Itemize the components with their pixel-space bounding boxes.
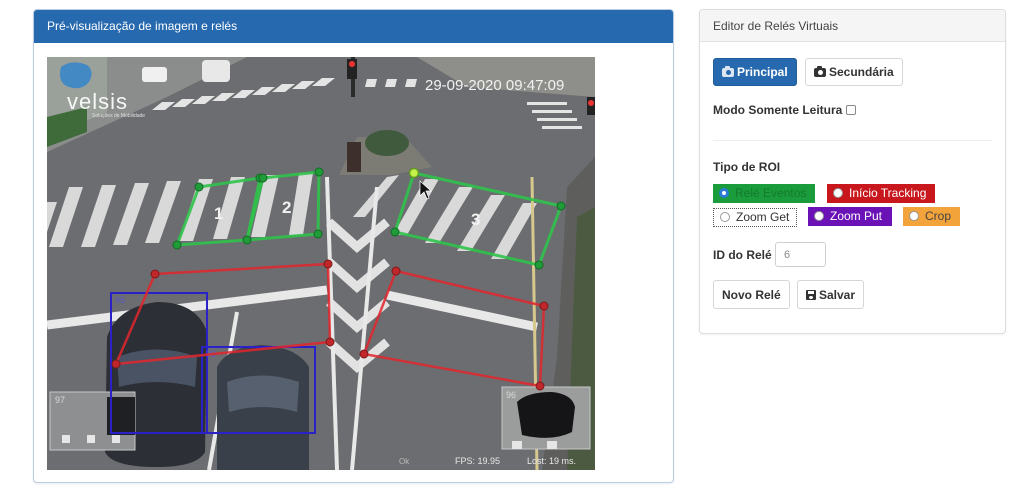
median-shrub [365,130,409,156]
primary-camera-label: Principal [737,65,788,79]
roi-option-zoom-get[interactable]: Zoom Get [713,208,797,227]
sign-box [347,142,361,172]
secondary-camera-button[interactable]: Secundária [805,58,903,86]
radio-zoom-put[interactable] [814,211,824,221]
fps-overlay: FPS: 19.95 [455,456,500,466]
save-button[interactable]: Salvar [797,280,865,309]
relay-editor-title: Editor de Relés Virtuais [700,10,1005,42]
floppy-disk-icon [806,289,816,300]
traffic-light-red [349,61,355,67]
radio-relay-events[interactable] [719,188,729,198]
relay-label-3: 3 [471,210,480,229]
roi-option-label: Relé Eventos [735,186,807,200]
selected-vertex[interactable] [408,167,420,179]
roi-option-label: Crop [925,209,952,223]
roi-option-label: Zoom Get [736,210,790,224]
relay-label-1: 1 [214,204,223,223]
camera-icon [814,66,826,77]
crop-thumbnail-left-id: 97 [55,395,65,405]
relay-label-2: 2 [282,198,291,217]
crop-thumbnail-left: 97 [49,391,136,451]
radio-tracking-start[interactable] [833,188,843,198]
relay-id-label: ID do Relé [713,248,772,262]
radio-zoom-get[interactable] [720,212,730,222]
camera-icon [722,66,734,77]
relay-id-input[interactable] [775,242,826,267]
lost-overlay: Lost: 19 ms. [527,456,576,466]
vehicle-sedan [217,345,309,470]
car-parked [142,67,167,82]
roi-option-relay-events[interactable]: Relé Eventos [713,184,815,203]
roi-option-crop[interactable]: Crop [903,207,960,226]
crop-thumbnail-right: 96 [501,386,591,450]
read-only-label: Modo Somente Leitura [713,103,843,117]
camera-preview[interactable]: 97 96 95 99 1 2 3 velsis Soluções de Mob… [47,57,595,470]
roi-option-tracking-start[interactable]: Início Tracking [827,184,935,203]
camera-canvas[interactable]: 97 96 95 99 1 2 3 velsis Soluções de Mob… [47,57,595,470]
read-only-checkbox[interactable] [846,105,856,115]
traffic-light-right-red [588,100,594,106]
roi-option-label: Zoom Put [830,209,883,223]
secondary-camera-label: Secundária [829,65,894,79]
roi-option-zoom-put[interactable]: Zoom Put [808,207,892,226]
crop-thumbnail-right-id: 96 [506,390,516,400]
preview-panel-title: Pré-visualização de imagem e relés [34,10,673,43]
save-label: Salvar [819,287,856,302]
roi-type-label: Tipo de ROI [713,160,781,174]
bottom-overlay-label: Ok [399,457,410,466]
car-background [202,60,230,82]
new-relay-label: Novo Relé [722,287,781,302]
preview-panel: Pré-visualização de imagem e relés 97 96… [33,9,674,483]
new-relay-button[interactable]: Novo Relé [713,280,790,309]
roi-option-label: Início Tracking [849,186,927,200]
timestamp-overlay: 29-09-2020 09:47:09 [425,77,564,94]
radio-crop[interactable] [909,211,919,221]
divider [713,140,992,141]
relay-editor-panel: Editor de Relés Virtuais Principal Secun… [699,9,1006,334]
velsis-logo-subtitle: Soluções de Mobilidade [92,113,145,119]
velsis-logo-text: velsis [67,89,128,114]
primary-camera-button[interactable]: Principal [713,58,797,86]
vehicle-id-95: 95 [115,295,125,305]
